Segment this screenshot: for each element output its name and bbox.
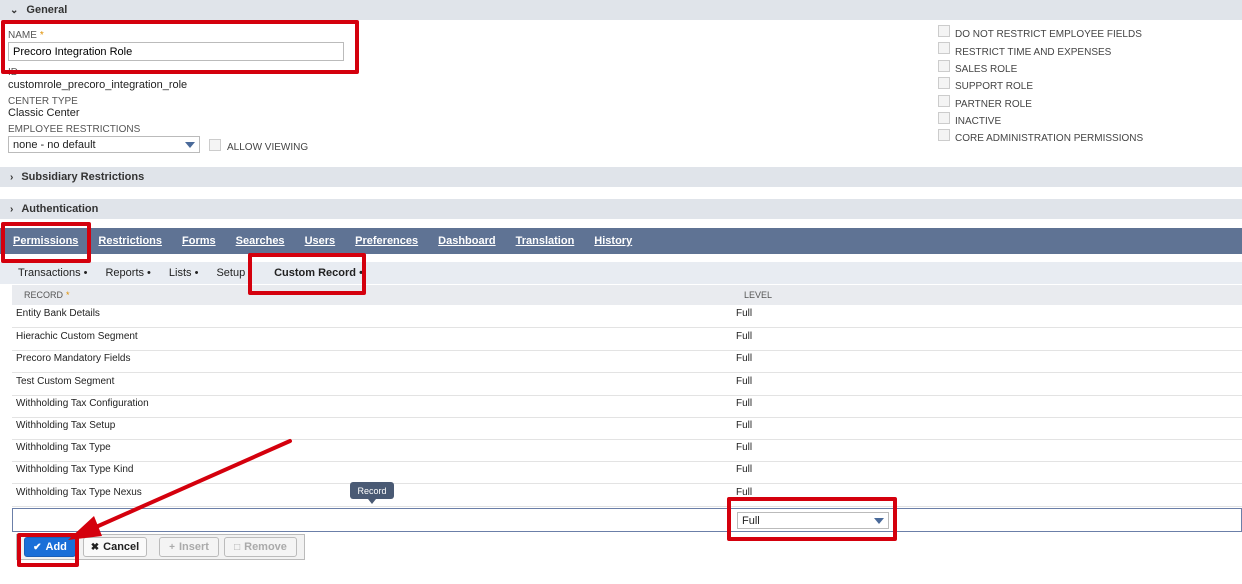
annotation-arrow-icon <box>68 439 292 540</box>
